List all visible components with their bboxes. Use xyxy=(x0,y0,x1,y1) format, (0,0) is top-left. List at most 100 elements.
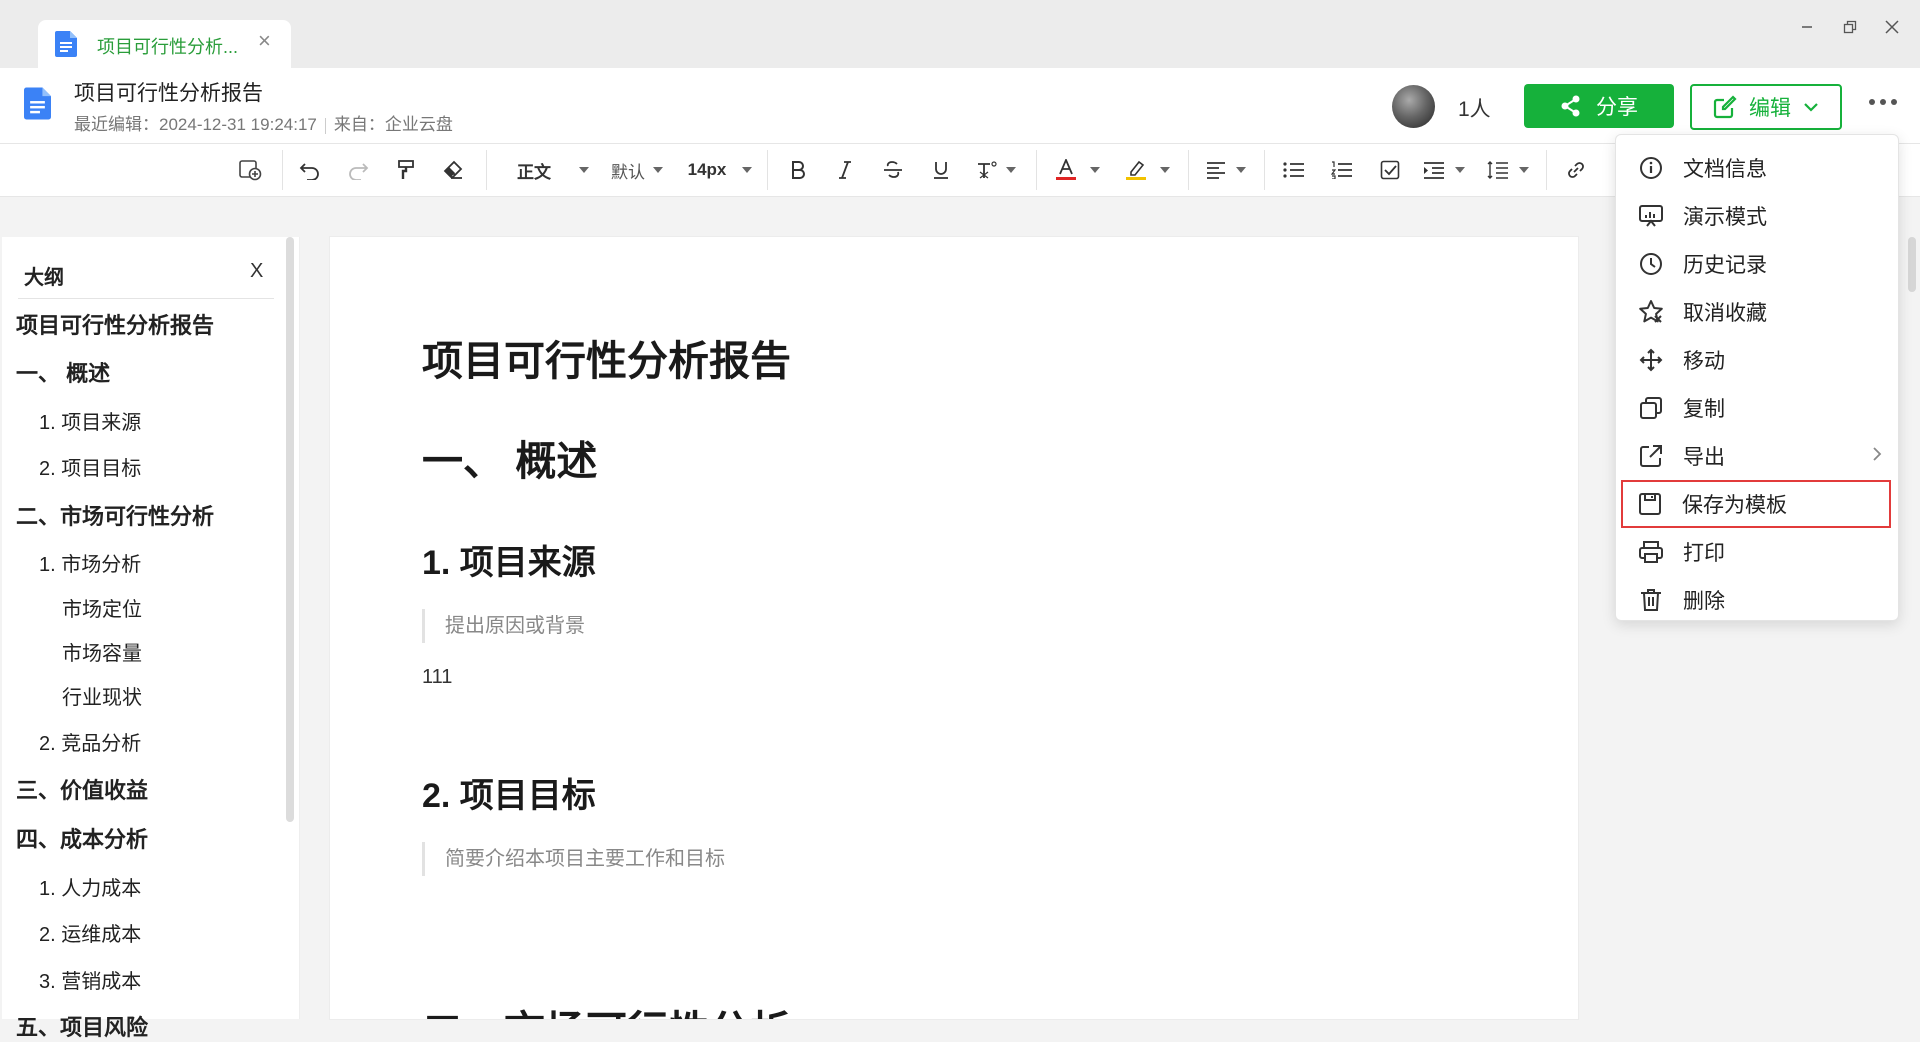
divider xyxy=(18,298,274,299)
outline-item[interactable]: 五、项目风险 xyxy=(16,1010,148,1042)
edit-icon xyxy=(1713,95,1737,119)
document-title: 项目可行性分析报告 xyxy=(74,82,263,105)
outline-item[interactable]: 1. 市场分析 xyxy=(39,548,141,577)
restore-button[interactable] xyxy=(1835,12,1865,42)
share-button[interactable]: 分享 xyxy=(1524,84,1674,128)
tab-document[interactable]: 项目可行性分析... × xyxy=(38,20,291,68)
indent-icon xyxy=(1423,161,1445,179)
menu-item-move[interactable]: 移动 xyxy=(1624,336,1890,384)
eraser-icon[interactable] xyxy=(438,154,470,186)
collaborator-count[interactable]: 1人 xyxy=(1458,93,1491,123)
menu-item-unfavorite[interactable]: 取消收藏 xyxy=(1624,288,1890,336)
outline-item[interactable]: 2. 运维成本 xyxy=(39,918,141,947)
info-icon xyxy=(1637,154,1665,182)
outline-scrollbar[interactable] xyxy=(286,237,294,822)
paragraph-style-value: 正文 xyxy=(517,162,551,182)
menu-item-label: 打印 xyxy=(1683,542,1725,565)
avatar[interactable] xyxy=(1392,85,1435,128)
outline-item[interactable]: 市场定位 xyxy=(62,593,142,622)
outline-item[interactable]: 项目可行性分析报告 xyxy=(16,308,214,340)
chevron-right-icon xyxy=(1872,446,1882,462)
italic-icon[interactable] xyxy=(829,154,861,186)
presentation-icon xyxy=(1637,202,1665,230)
paragraph-style-select[interactable]: 正文 xyxy=(513,154,593,186)
share-icon xyxy=(1560,95,1582,117)
menu-item-save-as-template[interactable]: 保存为模板 xyxy=(1621,480,1891,528)
redo-icon[interactable] xyxy=(342,154,374,186)
document-heading[interactable]: 项目可行性分析报告 xyxy=(422,327,791,387)
section-heading[interactable]: 一、 概述 xyxy=(422,427,597,487)
document-icon xyxy=(24,87,51,120)
menu-item-copy[interactable]: 复制 xyxy=(1624,384,1890,432)
menu-item-export[interactable]: 导出 xyxy=(1624,432,1890,480)
document-header: 项目可行性分析报告 最近编辑：2024-12-31 19:24:17 来自：企业云… xyxy=(0,68,1920,143)
menu-item-label: 删除 xyxy=(1683,590,1725,613)
more-options-button[interactable] xyxy=(1868,98,1898,106)
document-page[interactable]: 项目可行性分析报告 一、 概述 1. 项目来源 提出原因或背景 111 2. 项… xyxy=(330,237,1578,1019)
outline-item[interactable]: 一、 概述 xyxy=(16,356,110,388)
menu-item-delete[interactable]: 删除 xyxy=(1624,576,1890,624)
outline-item[interactable]: 1. 项目来源 xyxy=(39,406,141,435)
outline-item[interactable]: 2. 竞品分析 xyxy=(39,727,141,756)
save-template-icon xyxy=(1636,490,1664,518)
chevron-down-icon xyxy=(579,167,589,173)
outline-item[interactable]: 四、成本分析 xyxy=(16,822,148,854)
menu-item-history[interactable]: 历史记录 xyxy=(1624,240,1890,288)
tab-bar: 项目可行性分析... × xyxy=(0,0,1920,68)
section-heading[interactable]: 二、市场可行性分析 xyxy=(422,997,791,1019)
bold-icon[interactable] xyxy=(782,154,814,186)
outline-panel: 大纲 X 项目可行性分析报告 一、 概述 1. 项目来源 2. 项目目标 二、市… xyxy=(2,237,300,1040)
outline-item[interactable]: 行业现状 xyxy=(62,681,142,710)
highlight-color-button[interactable] xyxy=(1120,154,1176,186)
print-icon xyxy=(1637,538,1665,566)
link-icon[interactable] xyxy=(1560,154,1592,186)
edit-button[interactable]: 编辑 xyxy=(1690,84,1842,130)
blockquote[interactable]: 提出原因或背景 xyxy=(422,609,585,643)
outline-item[interactable]: 2. 项目目标 xyxy=(39,452,141,481)
numbered-list-icon[interactable] xyxy=(1326,154,1358,186)
subsection-heading[interactable]: 1. 项目来源 xyxy=(422,535,596,584)
menu-item-print[interactable]: 打印 xyxy=(1624,528,1890,576)
menu-item-label: 历史记录 xyxy=(1683,254,1767,277)
strikethrough-icon[interactable] xyxy=(877,154,909,186)
tab-close-button[interactable]: × xyxy=(258,30,271,52)
subsection-heading[interactable]: 2. 项目目标 xyxy=(422,768,596,817)
outline-item[interactable]: 市场容量 xyxy=(62,637,142,666)
chevron-down-icon xyxy=(742,167,753,173)
last-edit-time: 最近编辑：2024-12-31 19:24:17 xyxy=(74,115,317,134)
menu-item-document-info[interactable]: 文档信息 xyxy=(1624,144,1890,192)
font-size-select[interactable]: 14px xyxy=(684,154,756,186)
menu-item-presentation[interactable]: 演示模式 xyxy=(1624,192,1890,240)
insert-icon[interactable] xyxy=(234,154,266,186)
menu-item-label: 移动 xyxy=(1683,350,1725,373)
paragraph[interactable]: 111 xyxy=(422,666,452,689)
bullet-list-icon[interactable] xyxy=(1278,154,1310,186)
font-family-select[interactable]: 默认 xyxy=(606,154,668,186)
document-meta: 最近编辑：2024-12-31 19:24:17 来自：企业云盘 xyxy=(74,110,453,135)
outline-item[interactable]: 二、市场可行性分析 xyxy=(16,499,214,531)
document-scrollbar[interactable] xyxy=(1908,237,1916,292)
outline-close-button[interactable]: X xyxy=(250,260,263,283)
minimize-button[interactable] xyxy=(1792,12,1822,42)
edit-label: 编辑 xyxy=(1749,97,1791,120)
blockquote[interactable]: 简要介绍本项目主要工作和目标 xyxy=(422,842,725,876)
chevron-down-icon xyxy=(1236,167,1246,173)
undo-icon[interactable] xyxy=(294,154,326,186)
indent-button[interactable] xyxy=(1418,154,1470,186)
line-spacing-button[interactable] xyxy=(1482,154,1534,186)
text-color-button[interactable] xyxy=(1050,154,1106,186)
trash-icon xyxy=(1637,586,1665,614)
underline-icon[interactable] xyxy=(925,154,957,186)
font-family-value: 默认 xyxy=(611,162,645,182)
outline-item[interactable]: 3. 营销成本 xyxy=(39,965,141,994)
close-window-button[interactable] xyxy=(1877,12,1907,42)
superscript-icon[interactable] xyxy=(970,154,1022,186)
outline-title: 大纲 xyxy=(24,267,64,289)
format-painter-icon[interactable] xyxy=(390,154,422,186)
outline-item[interactable]: 1. 人力成本 xyxy=(39,872,141,901)
chevron-down-icon xyxy=(1160,167,1170,173)
outline-item[interactable]: 三、价值收益 xyxy=(16,773,148,805)
checklist-icon[interactable] xyxy=(1374,154,1406,186)
menu-item-label: 文档信息 xyxy=(1683,158,1767,181)
align-button[interactable] xyxy=(1200,154,1252,186)
